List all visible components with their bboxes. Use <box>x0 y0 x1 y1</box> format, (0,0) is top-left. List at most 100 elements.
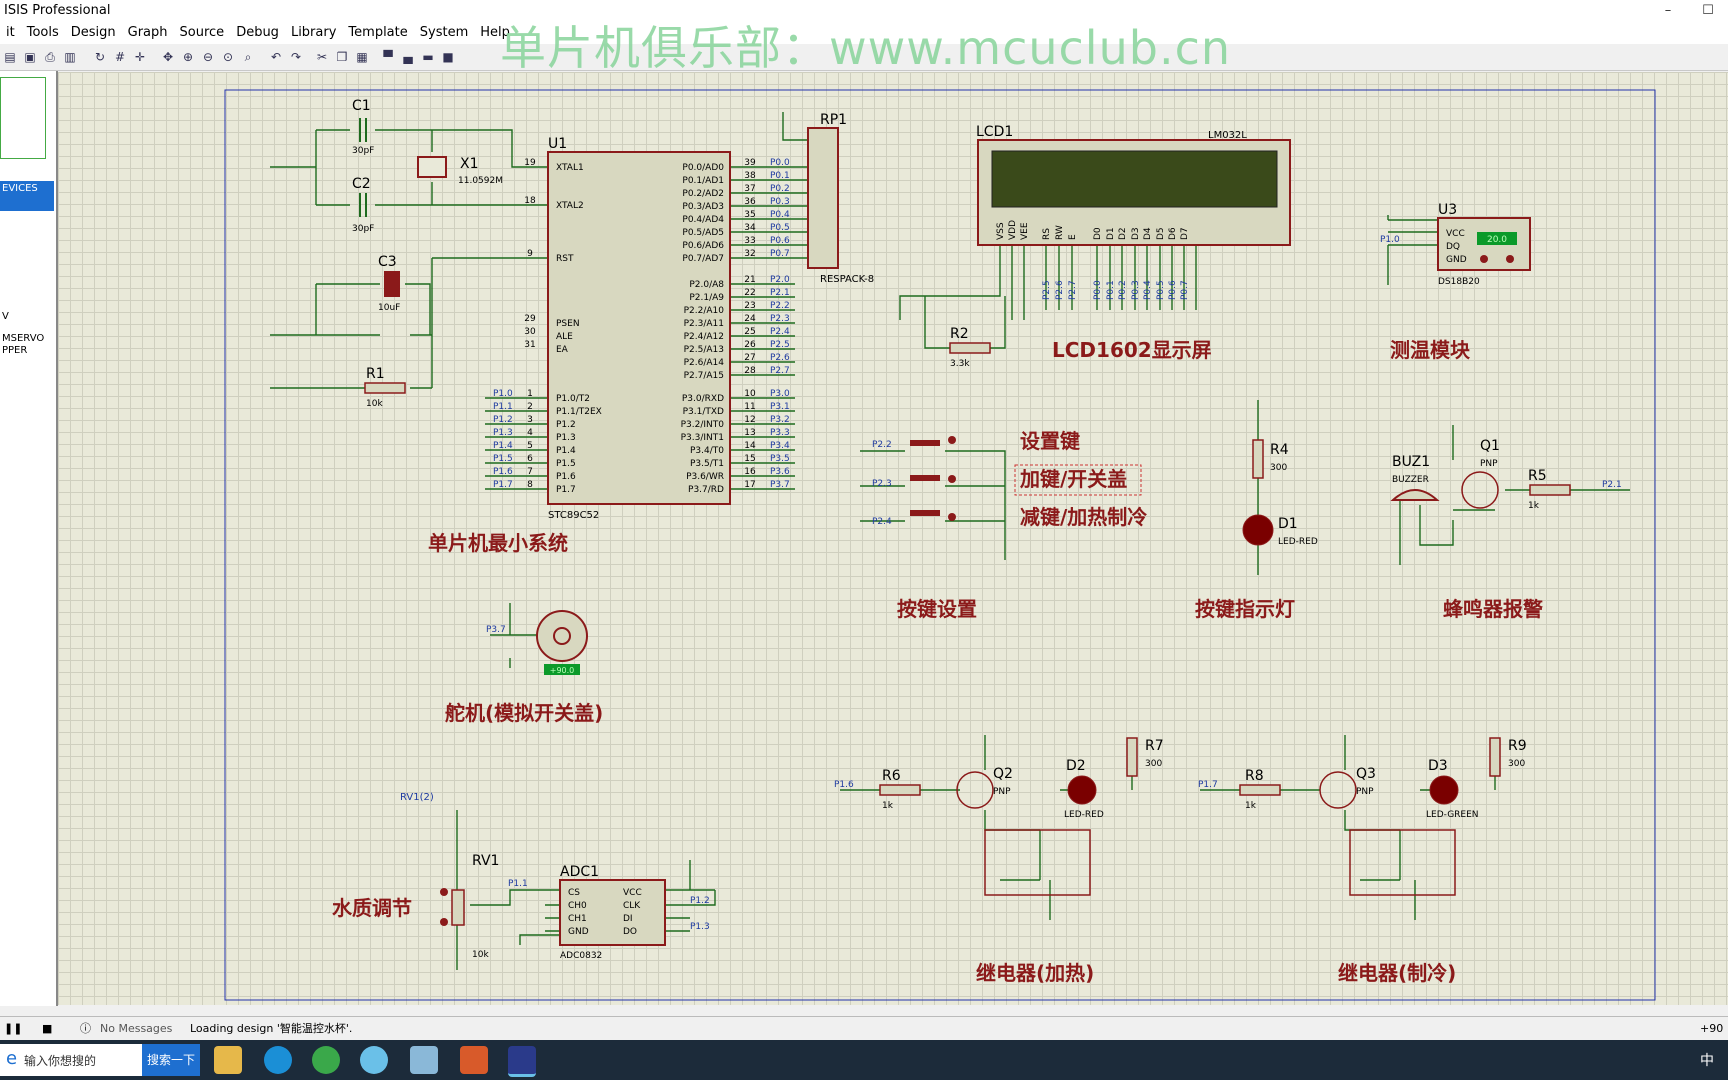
pause-icon[interactable]: ❚❚ <box>4 1017 22 1041</box>
x1-value: 11.0592M <box>458 176 503 186</box>
u3-part: DS18B20 <box>1438 277 1480 287</box>
lcd-pin-name: D0 <box>1093 227 1103 240</box>
device-item[interactable]: V <box>2 311 9 322</box>
u1-pin-number: 3 <box>527 415 533 425</box>
refresh-icon[interactable]: ↻ <box>92 49 108 65</box>
p1-net-label: P1.5 <box>493 454 513 464</box>
u1-pin-name: P2.3/A11 <box>684 319 724 329</box>
u1-pin-number: 38 <box>744 171 756 181</box>
u1-pin-number: 12 <box>744 415 755 425</box>
u1-pin-name: P1.3 <box>556 433 576 443</box>
area-icon[interactable]: ▥ <box>62 49 78 65</box>
p1-net-label: P1.4 <box>493 441 513 451</box>
block-move-icon[interactable]: ▄ <box>400 49 416 65</box>
caption-lcd: LCD1602显示屏 <box>1052 338 1212 362</box>
lcd-screen <box>991 150 1278 208</box>
adc-pin-clk: CLK <box>623 901 641 911</box>
block-rotate-icon[interactable]: ▬ <box>420 49 436 65</box>
block-delete-icon[interactable]: ■ <box>440 49 456 65</box>
u1-pin-name: XTAL2 <box>556 201 584 211</box>
resistor-r6 <box>879 784 921 796</box>
menu-graph[interactable]: Graph <box>122 22 174 44</box>
menu-tools[interactable]: Tools <box>21 22 65 44</box>
port-net-label: P0.0 <box>770 158 790 168</box>
lcd-net-label: P2.5 <box>1042 280 1052 300</box>
cut-icon[interactable]: ✂ <box>314 49 330 65</box>
app-icon[interactable] <box>410 1046 438 1074</box>
d1-part: LED-RED <box>1278 537 1318 547</box>
zoom-area-icon[interactable]: ⌕ <box>240 49 256 65</box>
port-net-label: P0.5 <box>770 223 790 233</box>
paste-icon[interactable]: ▦ <box>354 49 370 65</box>
schematic-canvas[interactable]: U1 STC89C52 RP1 RESPACK-8 C1 30pF C2 30p… <box>58 72 1728 1005</box>
menu-system[interactable]: System <box>414 22 474 44</box>
device-selected[interactable] <box>0 197 54 211</box>
respack-rp1 <box>807 127 839 269</box>
stop-icon[interactable]: ■ <box>42 1017 52 1041</box>
device-item[interactable]: PPER <box>2 345 27 356</box>
menu-template[interactable]: Template <box>342 22 413 44</box>
open-icon[interactable]: ▤ <box>2 49 18 65</box>
u3-net: P1.0 <box>1380 235 1400 245</box>
menu-source[interactable]: Source <box>174 22 231 44</box>
edge-icon[interactable] <box>264 1046 292 1074</box>
print-icon[interactable]: ⎙ <box>42 49 58 65</box>
u1-pin-number: 2 <box>527 402 533 412</box>
messages-status[interactable]: No Messages <box>100 1017 172 1041</box>
powerpoint-icon[interactable] <box>460 1046 488 1074</box>
origin-icon[interactable]: ✛ <box>132 49 148 65</box>
r4-value: 300 <box>1270 463 1287 473</box>
caption-temp: 测温模块 <box>1390 338 1471 362</box>
u3-dot-2 <box>1506 255 1514 263</box>
d3-part: LED-GREEN <box>1426 810 1479 820</box>
q3-label: Q3 <box>1356 766 1376 782</box>
search-box[interactable]: e 输入你想搜的 <box>0 1044 142 1076</box>
u1-pin-name: P3.2/INT0 <box>681 420 725 430</box>
save-icon[interactable]: ▣ <box>22 49 38 65</box>
c3-label: C3 <box>378 254 397 270</box>
device-item[interactable]: MSERVO <box>2 333 44 344</box>
maximize-icon[interactable]: ☐ <box>1688 0 1728 22</box>
menu-design[interactable]: Design <box>65 22 122 44</box>
menu-library[interactable]: Library <box>285 22 342 44</box>
port-net-label: P3.3 <box>770 428 790 438</box>
copy-icon[interactable]: ❐ <box>334 49 350 65</box>
isis-taskbar-icon[interactable] <box>508 1046 536 1077</box>
minimize-icon[interactable]: – <box>1648 0 1688 22</box>
menu-debug[interactable]: Debug <box>230 22 285 44</box>
redo-icon[interactable]: ↷ <box>288 49 304 65</box>
u1-pin-number: 27 <box>744 353 755 363</box>
u1-pin-name: P3.0/RXD <box>682 394 724 404</box>
search-button[interactable]: 搜索一下 <box>142 1044 200 1076</box>
q2-label: Q2 <box>993 766 1013 782</box>
pan-icon[interactable]: ✥ <box>160 49 176 65</box>
search-app-icon[interactable] <box>360 1046 388 1074</box>
u1-pin-number: 14 <box>744 441 756 451</box>
adc-pin-gnd: GND <box>568 927 589 937</box>
buz-part: BUZZER <box>1392 475 1429 485</box>
r8-value: 1k <box>1245 801 1257 811</box>
block-copy-icon[interactable]: ▀ <box>380 49 396 65</box>
zoom-all-icon[interactable]: ⊙ <box>220 49 236 65</box>
input-method-indicator[interactable]: 中 <box>1700 1050 1714 1070</box>
r2-value: 3.3k <box>950 359 970 369</box>
overview-preview[interactable] <box>0 77 46 159</box>
u1-part: STC89C52 <box>548 510 599 521</box>
grid-icon[interactable]: # <box>112 49 128 65</box>
file-explorer-icon[interactable] <box>214 1046 242 1074</box>
zoom-in-icon[interactable]: ⊕ <box>180 49 196 65</box>
u1-pin-name: P2.7/A15 <box>684 371 724 381</box>
transistor-q3 <box>1319 771 1357 809</box>
undo-icon[interactable]: ↶ <box>268 49 284 65</box>
port-net-label: P2.7 <box>770 366 790 376</box>
browser-icon[interactable] <box>312 1046 340 1074</box>
port-net-label: P2.6 <box>770 353 790 363</box>
menu-file[interactable]: it <box>0 22 21 44</box>
x1-label: X1 <box>460 156 479 172</box>
servo-net: P3.7 <box>486 625 506 635</box>
r6-net: P1.6 <box>834 780 854 790</box>
u1-pin-name: PSEN <box>556 319 580 329</box>
lcd-net-label: P2.7 <box>1068 280 1078 300</box>
zoom-out-icon[interactable]: ⊖ <box>200 49 216 65</box>
taskbar: e 输入你想搜的 搜索一下 中 <box>0 1040 1728 1080</box>
